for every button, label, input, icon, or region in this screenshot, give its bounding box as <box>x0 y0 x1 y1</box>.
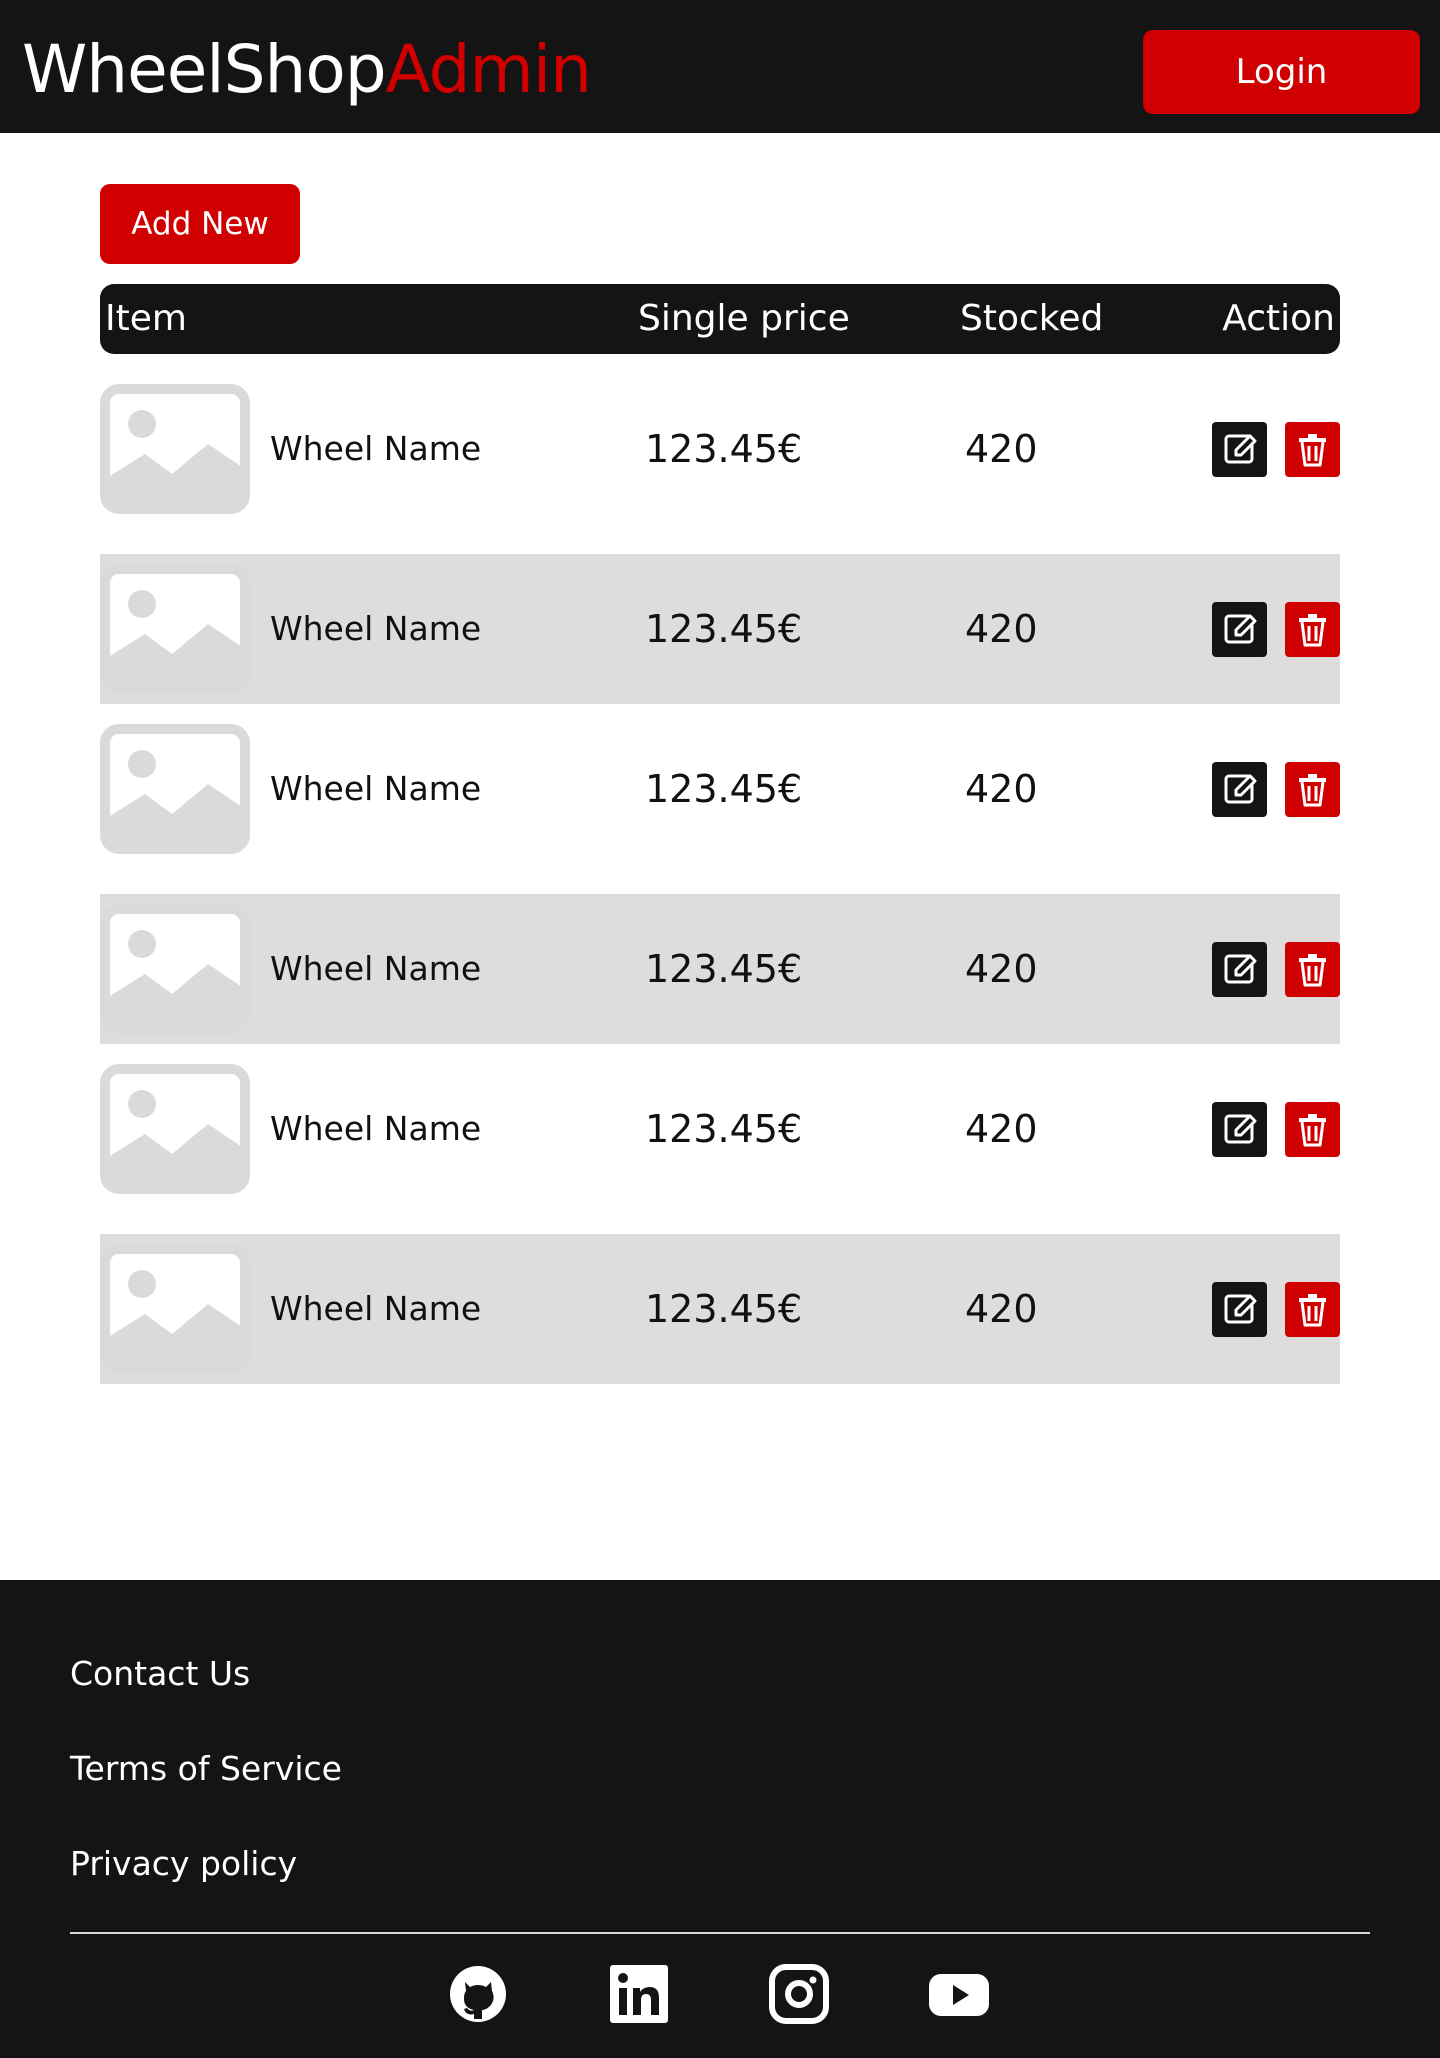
item-name: Wheel Name <box>270 1289 482 1328</box>
item-stock: 420 <box>965 1107 1038 1151</box>
footer-link-contact-us[interactable]: Contact Us <box>70 1654 250 1693</box>
footer-link-terms-of-service[interactable]: Terms of Service <box>70 1749 342 1788</box>
wheel-image-placeholder <box>100 1064 250 1194</box>
column-header-single-price: Single price <box>638 298 850 339</box>
edit-icon[interactable] <box>1212 942 1267 997</box>
item-price: 123.45€ <box>645 427 803 471</box>
item-price: 123.45€ <box>645 1287 803 1331</box>
item-price: 123.45€ <box>645 947 803 991</box>
table-row: Wheel Name 123.45€ 420 <box>100 724 1340 874</box>
item-price: 123.45€ <box>645 1107 803 1151</box>
item-price: 123.45€ <box>645 607 803 651</box>
item-price: 123.45€ <box>645 767 803 811</box>
item-stock: 420 <box>965 607 1038 651</box>
footer-link-privacy-policy[interactable]: Privacy policy <box>70 1844 297 1883</box>
edit-icon[interactable] <box>1212 602 1267 657</box>
logo-wheelshop: WheelShop <box>22 31 387 108</box>
item-name: Wheel Name <box>270 769 482 808</box>
wheel-image-placeholder <box>100 564 250 694</box>
column-header-item: Item <box>105 298 187 339</box>
trash-icon[interactable] <box>1285 1102 1340 1157</box>
trash-icon[interactable] <box>1285 602 1340 657</box>
linkedin-icon[interactable] <box>607 1962 671 2026</box>
footer: Contact Us Terms of Service Privacy poli… <box>0 1580 1440 2058</box>
product-table-body: Wheel Name 123.45€ 420 Wheel Name 123.45€ 420… <box>100 384 1340 1404</box>
trash-icon[interactable] <box>1285 762 1340 817</box>
top-navbar: WheelShopAdmin Login <box>0 0 1440 133</box>
item-name: Wheel Name <box>270 429 482 468</box>
wheel-image-placeholder <box>100 384 250 514</box>
youtube-icon[interactable] <box>927 1962 991 2026</box>
table-row: Wheel Name 123.45€ 420 <box>100 1064 1340 1214</box>
github-icon[interactable] <box>446 1962 510 2026</box>
footer-divider <box>70 1932 1370 1934</box>
item-stock: 420 <box>965 947 1038 991</box>
trash-icon[interactable] <box>1285 1282 1340 1337</box>
table-row: Wheel Name 123.45€ 420 <box>100 554 1340 704</box>
table-row: Wheel Name 123.45€ 420 <box>100 384 1340 534</box>
edit-icon[interactable] <box>1212 1102 1267 1157</box>
instagram-icon[interactable] <box>767 1962 831 2026</box>
wheel-image-placeholder <box>100 1244 250 1374</box>
column-header-action: Action <box>1222 298 1335 339</box>
item-stock: 420 <box>965 767 1038 811</box>
logo-admin: Admin <box>385 31 592 108</box>
item-stock: 420 <box>965 1287 1038 1331</box>
item-stock: 420 <box>965 427 1038 471</box>
wheel-image-placeholder <box>100 724 250 854</box>
column-header-stocked: Stocked <box>960 298 1104 339</box>
table-row: Wheel Name 123.45€ 420 <box>100 894 1340 1044</box>
table-header: Item Single price Stocked Action <box>100 284 1340 354</box>
site-logo[interactable]: WheelShopAdmin <box>22 28 592 112</box>
table-row: Wheel Name 123.45€ 420 <box>100 1234 1340 1384</box>
trash-icon[interactable] <box>1285 942 1340 997</box>
item-name: Wheel Name <box>270 949 482 988</box>
trash-icon[interactable] <box>1285 422 1340 477</box>
item-name: Wheel Name <box>270 609 482 648</box>
login-button[interactable]: Login <box>1143 30 1420 114</box>
wheel-image-placeholder <box>100 904 250 1034</box>
edit-icon[interactable] <box>1212 1282 1267 1337</box>
item-name: Wheel Name <box>270 1109 482 1148</box>
edit-icon[interactable] <box>1212 762 1267 817</box>
edit-icon[interactable] <box>1212 422 1267 477</box>
add-new-button[interactable]: Add New <box>100 184 300 264</box>
